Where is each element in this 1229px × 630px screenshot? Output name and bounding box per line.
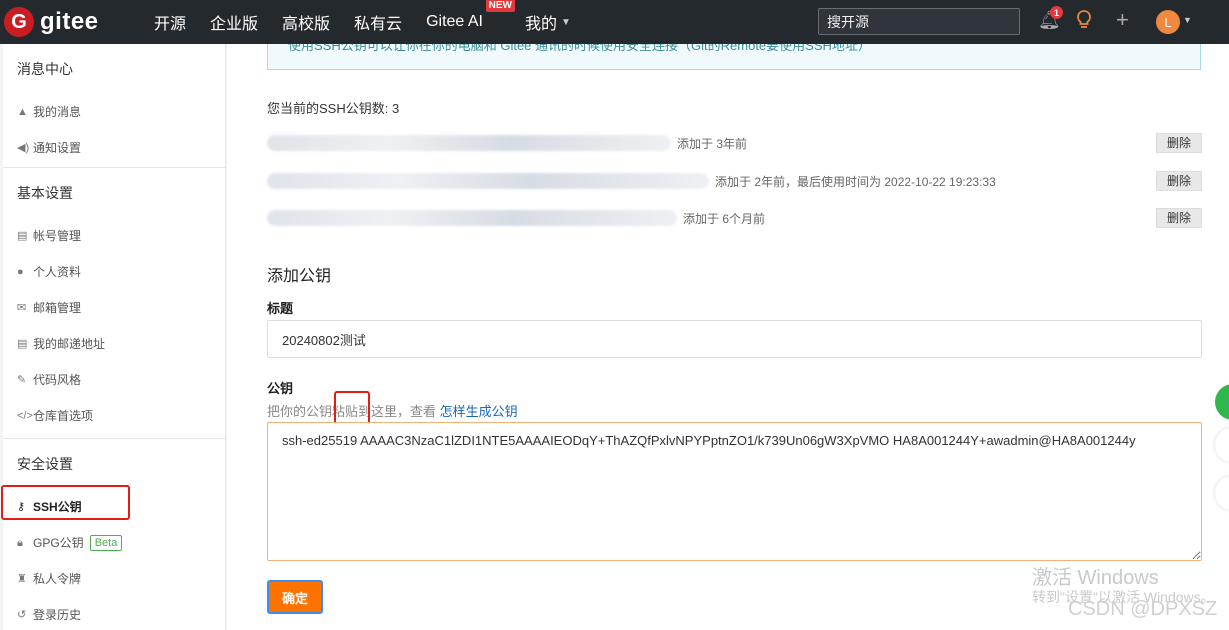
plus-icon[interactable]: + xyxy=(1116,7,1129,33)
sidebar-item-private-tokens[interactable]: ♜ 私人令牌 xyxy=(3,561,225,597)
lightbulb-icon[interactable] xyxy=(1076,10,1092,35)
key-meta: 添加于 2年前，最后使用时间为 2022-10-22 19:23:33 xyxy=(715,174,996,189)
notification-badge: 1 xyxy=(1050,6,1063,19)
sidebar-item-label: 登录历史 xyxy=(33,608,82,622)
sidebar-item-code-style[interactable]: ✎ 代码风格 xyxy=(3,362,225,398)
avatar[interactable]: L xyxy=(1156,10,1180,34)
key-row: 添加于 2年前，最后使用时间为 2022-10-22 19:23:33 删除 xyxy=(267,170,1202,192)
delete-key-button[interactable]: 删除 xyxy=(1156,208,1202,228)
public-key-textarea[interactable]: ssh-ed25519 AAAAC3NzaC1lZDI1NTE5AAAAIEOD… xyxy=(267,422,1202,561)
paste-highlight-box xyxy=(334,391,370,426)
settings-sidebar: 消息中心 ▲ 我的消息 ◀) 通知设置 基本设置 ▤ 帐号管理 ● 个人资料 ✉… xyxy=(3,44,226,630)
add-key-heading: 添加公钥 xyxy=(267,268,332,285)
new-badge: NEW xyxy=(485,0,515,12)
key-title-input[interactable] xyxy=(267,320,1202,358)
sidebar-item-my-messages[interactable]: ▲ 我的消息 xyxy=(3,94,225,130)
sidebar-item-label: 个人资料 xyxy=(33,265,82,279)
nav-gitee-ai[interactable]: Gitee AI NEW xyxy=(426,0,515,31)
key-help-text: 把你的公钥粘贴到这里，查看 怎样生成公钥 xyxy=(267,401,518,420)
sidebar-item-label: 我的邮递地址 xyxy=(33,337,106,351)
gitee-logo[interactable]: G gitee xyxy=(4,7,124,37)
nav-education[interactable]: 高校版 xyxy=(282,10,330,34)
nav-gitee-ai-label: Gitee AI xyxy=(426,13,483,30)
redacted-key xyxy=(267,210,677,226)
search-input[interactable] xyxy=(818,8,1020,35)
id-card-icon: ▤ xyxy=(17,230,28,242)
sidebar-item-email[interactable]: ✉ 邮箱管理 xyxy=(3,290,225,326)
sidebar-section-security: 安全设置 ⚷ SSH公钥 🔒︎ GPG公钥 Beta ♜ 私人令牌 ↺ 登录历史 xyxy=(3,439,225,630)
history-icon: ↺ xyxy=(17,609,27,621)
sidebar-item-label: 代码风格 xyxy=(33,373,82,387)
windows-activation-watermark: 激活 Windows xyxy=(1032,567,1159,589)
sidebar-item-label: 通知设置 xyxy=(33,141,82,155)
delete-key-button[interactable]: 删除 xyxy=(1156,171,1202,191)
main-content: 使用SSH公钥可以让你在你的电脑和 Gitee 通讯的时候使用安全连接（Git的… xyxy=(227,44,1229,630)
gitee-logo-icon: G xyxy=(4,7,34,37)
sidebar-item-label: 私人令牌 xyxy=(33,572,82,586)
avatar-chevron-icon[interactable]: ▼ xyxy=(1183,15,1192,25)
sidebar-item-label: 邮箱管理 xyxy=(33,301,82,315)
code-icon: </> xyxy=(17,410,33,422)
sidebar-item-profile[interactable]: ● 个人资料 xyxy=(3,254,225,290)
key-meta: 添加于 3年前 xyxy=(677,136,748,151)
token-icon: ♜ xyxy=(17,573,27,585)
top-nav: G gitee 开源 企业版 高校版 私有云 Gitee AI NEW 我的 ▼… xyxy=(0,0,1229,44)
title-label: 标题 xyxy=(267,301,294,316)
sidebar-item-label: 我的消息 xyxy=(33,105,82,119)
nav-mine[interactable]: 我的 ▼ xyxy=(525,10,571,34)
address-card-icon: ▤ xyxy=(17,338,28,350)
nav-enterprise[interactable]: 企业版 xyxy=(210,10,258,34)
sidebar-heading: 安全设置 xyxy=(17,456,73,472)
sidebar-section-basic: 基本设置 ▤ 帐号管理 ● 个人资料 ✉ 邮箱管理 ▤ 我的邮递地址 ✎ 代码风… xyxy=(3,168,225,439)
sidebar-heading: 消息中心 xyxy=(17,61,73,77)
beta-badge: Beta xyxy=(89,535,123,551)
csdn-watermark: CSDN @DPXSZ xyxy=(1068,598,1218,620)
sidebar-item-address[interactable]: ▤ 我的邮递地址 xyxy=(3,326,225,362)
lock-icon: 🔒︎ xyxy=(17,537,23,549)
sidebar-heading: 基本设置 xyxy=(17,185,73,201)
speaker-icon: ◀) xyxy=(17,142,30,154)
redacted-key xyxy=(267,173,709,189)
logo-text: gitee xyxy=(40,8,99,35)
sidebar-section-messages: 消息中心 ▲ 我的消息 ◀) 通知设置 xyxy=(3,44,225,168)
delete-key-button[interactable]: 删除 xyxy=(1156,133,1202,153)
sidebar-item-label: 帐号管理 xyxy=(33,229,82,243)
sidebar-item-gpg-keys[interactable]: 🔒︎ GPG公钥 Beta xyxy=(3,525,225,561)
key-row: 添加于 6个月前 删除 xyxy=(267,207,1202,229)
ssh-highlight-box xyxy=(1,485,130,520)
mail-icon: ✉ xyxy=(17,302,27,314)
key-row: 添加于 3年前 删除 xyxy=(267,132,1202,154)
sidebar-item-login-history[interactable]: ↺ 登录历史 xyxy=(3,597,225,630)
sidebar-item-label: GPG公钥 xyxy=(33,536,84,550)
confirm-button[interactable]: 确定 xyxy=(267,580,323,614)
user-icon: ● xyxy=(17,266,24,278)
nav-mine-label: 我的 xyxy=(524,16,557,33)
how-to-generate-link[interactable]: 怎样生成公钥 xyxy=(440,404,518,419)
chevron-down-icon: ▼ xyxy=(561,16,571,28)
info-banner: 使用SSH公钥可以让你在你的电脑和 Gitee 通讯的时候使用安全连接（Git的… xyxy=(267,44,1201,70)
sidebar-item-label: 仓库首选项 xyxy=(33,409,94,423)
key-count-text: 您当前的SSH公钥数: 3 xyxy=(267,101,400,116)
redacted-key xyxy=(267,135,671,151)
public-key-label: 公钥 xyxy=(267,381,294,396)
brush-icon: ✎ xyxy=(17,374,27,386)
sidebar-item-notification-settings[interactable]: ◀) 通知设置 xyxy=(3,130,225,166)
bell-icon: ▲ xyxy=(17,106,28,118)
nav-open-source[interactable]: 开源 xyxy=(154,10,186,34)
sidebar-item-account[interactable]: ▤ 帐号管理 xyxy=(3,218,225,254)
sidebar-item-repo-preferences[interactable]: </> 仓库首选项 xyxy=(3,398,225,434)
nav-private-cloud[interactable]: 私有云 xyxy=(354,10,402,34)
key-meta: 添加于 6个月前 xyxy=(683,211,766,226)
